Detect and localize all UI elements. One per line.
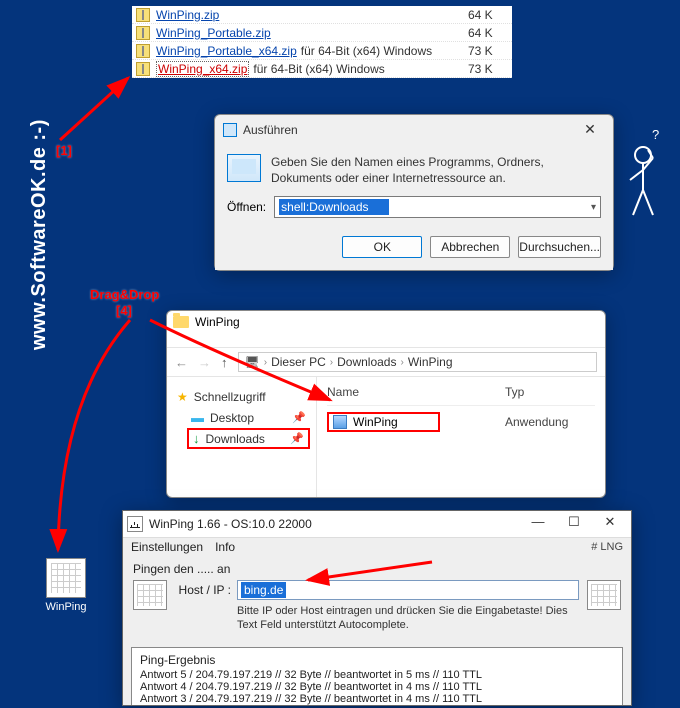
sidebar-desktop[interactable]: ▬ Desktop 📌 <box>173 407 310 428</box>
desktop-icon: ▬ <box>191 410 204 425</box>
pc-icon: 🖥 <box>245 355 260 369</box>
download-link[interactable]: WinPing_Portable_x64.zip <box>156 44 297 58</box>
host-input[interactable]: bing.de <box>237 580 579 600</box>
download-row: WinPing.zip 64 K <box>132 6 512 24</box>
result-line: Antwort 3 / 204.79.197.219 // 32 Byte //… <box>140 693 614 705</box>
explorer-window: WinPing ← → ↑ 🖥 › Dieser PC › Downloads … <box>166 310 606 498</box>
host-value: bing.de <box>241 582 286 598</box>
svg-text:?: ? <box>652 127 659 142</box>
zip-icon <box>136 8 150 22</box>
download-row: WinPing_Portable_x64.zip für 64-Bit (x64… <box>132 42 512 60</box>
download-link[interactable]: WinPing_Portable.zip <box>156 26 271 40</box>
annotation-1: [1] <box>56 143 72 158</box>
host-hint: Bitte IP oder Host eintragen und drücken… <box>237 604 579 633</box>
run-icon-small <box>223 123 237 137</box>
nav-up[interactable]: ↑ <box>221 355 228 370</box>
download-list: WinPing.zip64 KWinPing_Portable.zip64 KW… <box>132 6 512 78</box>
nav-back[interactable]: ← <box>175 355 188 370</box>
bc-pc[interactable]: Dieser PC <box>271 355 326 369</box>
col-typ[interactable]: Typ <box>505 385 595 399</box>
browse-button[interactable]: Durchsuchen... <box>518 236 601 258</box>
download-link[interactable]: WinPing.zip <box>156 8 219 22</box>
zip-icon <box>136 26 150 40</box>
open-label: Öffnen: <box>227 200 266 214</box>
menu-settings[interactable]: Einstellungen <box>131 540 203 554</box>
quickaccess-label: Schnellzugriff <box>194 390 266 404</box>
file-winping[interactable]: WinPing <box>327 412 440 432</box>
nav-fwd[interactable]: → <box>198 355 211 370</box>
winping-icon <box>127 516 143 532</box>
run-title-text: Ausführen <box>243 123 298 137</box>
maximize-button[interactable]: ☐ <box>557 514 591 534</box>
decorative-figure: ? <box>618 125 668 233</box>
open-input[interactable] <box>279 199 389 215</box>
close-button[interactable]: ✕ <box>593 514 627 534</box>
graph-icon-right[interactable] <box>587 580 621 610</box>
ping-label: Pingen den ..... an <box>133 562 621 576</box>
zip-icon <box>136 62 150 76</box>
annotation-4b: [4] <box>116 303 132 318</box>
close-button[interactable]: ✕ <box>575 121 605 138</box>
graph-icon-left[interactable] <box>133 580 167 610</box>
bc-winping[interactable]: WinPing <box>408 355 453 369</box>
download-size: 73 K <box>468 62 508 76</box>
download-icon: ↓ <box>193 431 200 446</box>
pin-icon: 📌 <box>290 432 304 445</box>
sidebar-downloads[interactable]: ↓ Downloads 📌 <box>187 428 310 449</box>
download-link[interactable]: WinPing_x64.zip <box>156 61 249 77</box>
desktop-label: Desktop <box>210 411 254 425</box>
ok-button[interactable]: OK <box>342 236 422 258</box>
winping-title: WinPing 1.66 - OS:10.0 22000 <box>149 517 521 531</box>
annotation-4a: Drag&Drop <box>90 287 159 302</box>
zip-icon <box>136 44 150 58</box>
exe-icon <box>333 415 347 429</box>
file-type: Anwendung <box>505 415 595 429</box>
star-icon: ★ <box>177 390 188 404</box>
run-icon <box>227 154 261 182</box>
host-label: Host / IP : <box>175 583 231 597</box>
explorer-main: Name Typ WinPing Anwendung <box>317 377 605 497</box>
sidebar-quickaccess[interactable]: ★ Schnellzugriff <box>173 387 310 407</box>
minimize-button[interactable]: — <box>521 514 555 534</box>
download-size: 64 K <box>468 8 508 22</box>
file-label: WinPing <box>353 415 398 429</box>
col-name[interactable]: Name <box>327 385 505 399</box>
run-description: Geben Sie den Namen eines Programms, Ord… <box>271 154 601 186</box>
folder-icon <box>173 316 189 328</box>
winping-window: WinPing 1.66 - OS:10.0 22000 — ☐ ✕ Einst… <box>122 510 632 706</box>
download-row: WinPing_Portable.zip 64 K <box>132 24 512 42</box>
download-suffix: für 64-Bit (x64) Windows <box>253 62 468 76</box>
shortcut-icon <box>46 558 86 598</box>
open-combobox[interactable]: ▾ <box>274 196 601 218</box>
downloads-label: Downloads <box>206 432 265 446</box>
result-title: Ping-Ergebnis <box>140 653 614 667</box>
bc-downloads[interactable]: Downloads <box>337 355 396 369</box>
download-suffix: für 64-Bit (x64) Windows <box>301 44 468 58</box>
explorer-sidebar: ★ Schnellzugriff ▬ Desktop 📌 ↓ Downloads… <box>167 377 317 497</box>
desktop-shortcut[interactable]: WinPing <box>38 558 94 613</box>
result-line: Antwort 4 / 204.79.197.219 // 32 Byte //… <box>140 681 614 693</box>
explorer-title: WinPing <box>195 315 240 329</box>
download-row: WinPing_x64.zip für 64-Bit (x64) Windows… <box>132 60 512 78</box>
ping-results: Ping-Ergebnis Antwort 5 / 204.79.197.219… <box>131 647 623 706</box>
lng-button[interactable]: # LNG <box>591 541 623 553</box>
cancel-button[interactable]: Abbrechen <box>430 236 510 258</box>
result-line: Antwort 5 / 204.79.197.219 // 32 Byte //… <box>140 669 614 681</box>
sidebar-watermark: www.SoftwareOK.de :-) <box>28 119 51 350</box>
pin-icon: 📌 <box>292 411 306 424</box>
result-line: Antwort 2 / 204.79.197.219 // 32 Byte //… <box>140 705 614 706</box>
download-size: 73 K <box>468 44 508 58</box>
menu-info[interactable]: Info <box>215 540 235 554</box>
breadcrumb[interactable]: 🖥 › Dieser PC › Downloads › WinPing <box>238 352 598 372</box>
chevron-down-icon[interactable]: ▾ <box>591 202 596 213</box>
shortcut-label: WinPing <box>38 601 94 613</box>
download-size: 64 K <box>468 26 508 40</box>
run-dialog: Ausführen ✕ Geben Sie den Namen eines Pr… <box>214 114 614 271</box>
